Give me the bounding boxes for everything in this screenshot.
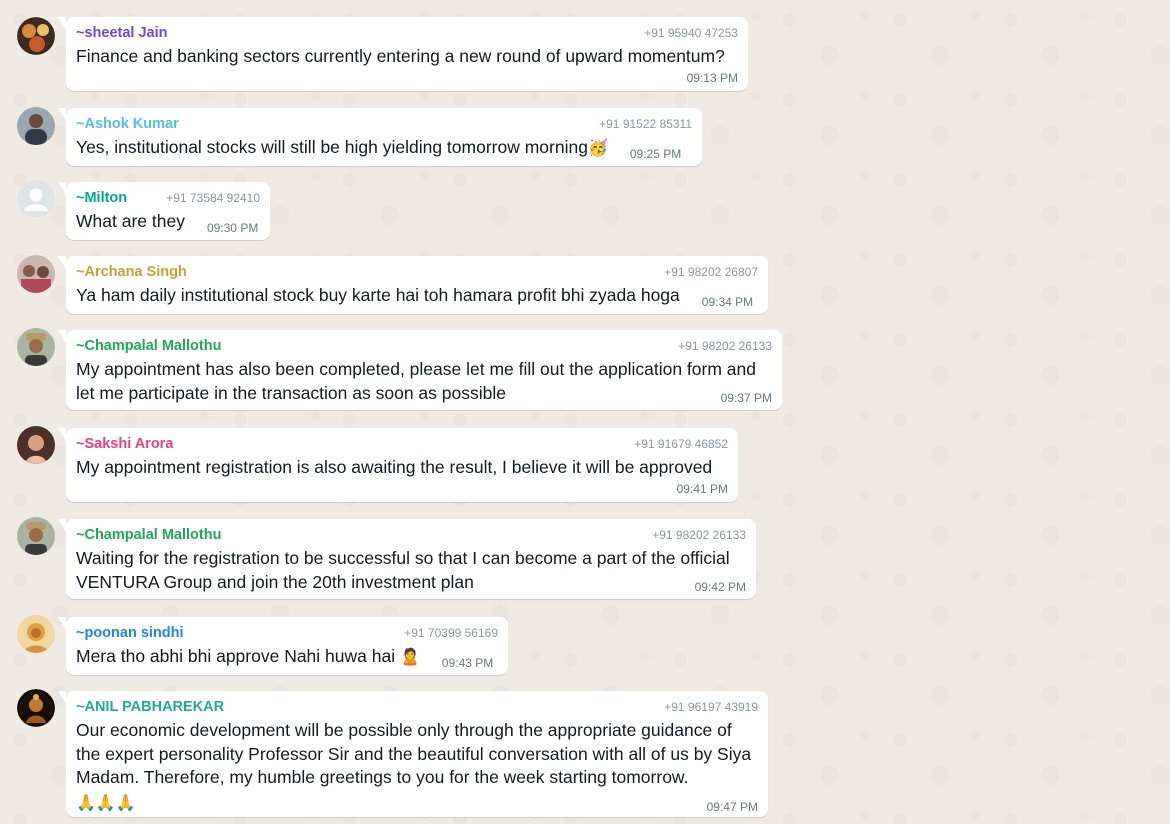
message-bubble[interactable]: ~ANIL PABHAREKAR +91 96197 43919 Our eco… [58,691,768,817]
message-text: Mera tho abhi bhi approve Nahi huwa hai [76,646,396,666]
message-bubble[interactable]: ~Archana Singh +91 98202 26807 Ya ham da… [58,256,768,314]
sender-phone: +91 98202 26807 [664,265,758,279]
message-time: 09:47 PM [706,799,758,814]
message-time: 09:43 PM [441,656,494,670]
sender-name[interactable]: ~ANIL PABHAREKAR [76,699,224,715]
sender-name[interactable]: ~Milton [76,190,127,206]
sender-phone: +91 91522 85311 [599,117,692,131]
person-pouting-emoji: 🙎 [399,649,420,666]
message-bubble[interactable]: ~Ashok Kumar +91 91522 85311 Yes, instit… [58,108,702,166]
avatar[interactable] [17,255,55,293]
message-text: What are they [76,211,185,231]
sender-phone: +91 98202 26133 [652,528,746,542]
message-text: Yes, institutional stocks will still be … [76,137,588,157]
sender-name[interactable]: ~Sakshi Arora [76,436,173,452]
message-text: My appointment registration is also awai… [76,457,713,477]
avatar[interactable] [17,107,55,145]
partying-face-emoji: 🥳 [587,140,608,157]
message-bubble[interactable]: ~poonan sindhi +91 70399 56169 Mera tho … [58,617,508,675]
sender-phone: +91 73584 92410 [166,191,260,205]
sender-name[interactable]: ~sheetal Jain [76,25,167,41]
avatar[interactable] [17,426,55,464]
chat-message-list: ~sheetal Jain +91 95940 47253 Finance an… [0,0,1170,824]
message-text: Our economic development will be possibl… [76,720,752,787]
message-bubble[interactable]: ~Champalal Mallothu +91 98202 26133 Wait… [58,519,756,599]
message-text: Finance and banking sectors currently en… [76,46,725,66]
sender-name[interactable]: ~Champalal Mallothu [76,527,221,543]
avatar[interactable] [17,615,55,653]
message-time: 09:25 PM [629,147,682,161]
sender-phone: +91 70399 56169 [404,626,498,640]
sender-name[interactable]: ~Ashok Kumar [76,116,179,132]
message-bubble[interactable]: ~Milton +91 73584 92410 What are they 09:… [58,182,270,240]
avatar[interactable] [17,180,55,218]
message-bubble[interactable]: ~sheetal Jain +91 95940 47253 Finance an… [58,17,748,91]
sender-name[interactable]: ~poonan sindhi [76,625,184,641]
message-bubble[interactable]: ~Champalal Mallothu +91 98202 26133 My a… [58,330,782,410]
message-time: 09:13 PM [686,70,738,85]
avatar[interactable] [17,328,55,366]
sender-phone: +91 91679 46852 [634,437,728,451]
sender-phone: +91 96197 43919 [664,700,758,714]
sender-name[interactable]: ~Champalal Mallothu [76,338,221,354]
sender-phone: +91 95940 47253 [644,26,738,40]
sender-name[interactable]: ~Archana Singh [76,264,187,280]
message-time: 09:34 PM [701,295,754,309]
message-text: Ya ham daily institutional stock buy kar… [76,285,680,305]
avatar[interactable] [17,17,55,55]
avatar[interactable] [17,517,55,555]
message-bubble[interactable]: ~Sakshi Arora +91 91679 46852 My appoint… [58,428,738,502]
message-time: 09:41 PM [676,481,728,496]
sender-phone: +91 98202 26133 [678,339,772,353]
folded-hands-emoji: 🙏🙏🙏 [76,794,136,812]
message-time: 09:30 PM [206,221,259,235]
avatar[interactable] [17,689,55,727]
